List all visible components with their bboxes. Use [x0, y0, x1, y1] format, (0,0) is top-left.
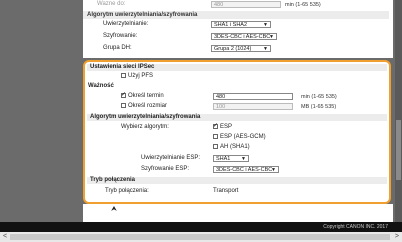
horizontal-scrollbar-thumb[interactable]: [10, 234, 390, 240]
set-time-hint: min (1-65 535): [301, 94, 337, 100]
set-size-checkbox[interactable]: [121, 102, 126, 108]
page: Wazne do: 480 min (1-65 535) Algorytm uw…: [0, 0, 402, 242]
validity-partial-hint: min (1-65 535): [285, 2, 321, 8]
chevron-down-icon: ▼: [263, 22, 268, 28]
chevron-down-icon: ▼: [269, 34, 274, 40]
copyright-text: Copyright CANON INC. 2017: [323, 224, 388, 230]
vertical-scrollbar-thumb[interactable]: [396, 120, 401, 180]
set-size-row[interactable]: Określ rozmiar: [121, 102, 167, 111]
esp-row[interactable]: ESP: [213, 122, 233, 132]
esp-auth-select[interactable]: SHA1 ▼: [213, 155, 249, 162]
enc-select[interactable]: 3DES-CBC i AES-CBC ▼: [211, 33, 277, 40]
connection-mode-title: Tryb połączenia: [87, 177, 387, 184]
esp-label: ESP: [220, 124, 233, 130]
scroll-left-arrow-icon[interactable]: <: [3, 232, 7, 242]
choose-algo-label: Wybierz algorytm:: [121, 124, 169, 130]
esp-gcm-row[interactable]: ESP (AES-GCM): [213, 133, 266, 142]
set-size-input: 100: [213, 103, 293, 110]
use-pfs-checkbox[interactable]: [121, 72, 126, 78]
encryption-settings-section: Wazne do: 480 min (1-65 535) Algorytm uw…: [83, 0, 393, 58]
set-time-input[interactable]: 480: [213, 93, 293, 100]
set-time-checkbox[interactable]: [121, 91, 126, 100]
use-pfs-label: Użyj PFS: [128, 73, 154, 79]
chevron-down-icon: ▼: [263, 46, 268, 52]
algo-section-title: Algorytm uwierzytelniania/szyfrowania: [87, 114, 387, 121]
auth-select[interactable]: SHA1 i SHA2 ▼: [211, 21, 271, 28]
footer: Copyright CANON INC. 2017: [0, 222, 402, 232]
scroll-right-arrow-icon[interactable]: >: [395, 232, 399, 242]
chevron-down-icon: ▼: [271, 167, 276, 173]
chevron-down-icon: ▼: [241, 156, 246, 162]
ah-row[interactable]: AH (SHA1): [213, 143, 250, 152]
validity-partial-input: 480: [211, 1, 281, 8]
validity-partial-row: Wazne do:: [97, 0, 125, 9]
use-pfs-row[interactable]: Użyj PFS: [121, 72, 153, 81]
esp-enc-select[interactable]: 3DES-CBC i AES-CBC ▼: [213, 166, 279, 173]
connection-mode-value: Transport: [213, 188, 239, 194]
connection-mode-label: Tryb połączenia:: [105, 188, 149, 194]
ah-checkbox[interactable]: [213, 143, 218, 149]
set-size-hint: MB (1-65 535): [301, 104, 337, 110]
enc-label: Szyfrowanie:: [103, 33, 138, 39]
esp-enc-label: Szyfrowanie ESP:: [141, 166, 190, 172]
scroll-to-top-icon[interactable]: ⮝: [111, 206, 117, 214]
dh-select[interactable]: Grupa 2 (1024) ▼: [211, 45, 271, 52]
horizontal-scrollbar[interactable]: < >: [0, 232, 402, 242]
ipsec-network-settings-panel: Ustawienia sieci IPSec Użyj PFS Ważność …: [83, 60, 391, 204]
esp-gcm-label: ESP (AES-GCM): [220, 134, 266, 140]
auth-enc-section-title: Algorytm uwierzytelniania/szyfrowania: [83, 11, 389, 19]
lower-content: [83, 204, 393, 222]
dh-label: Grupa DH:: [103, 45, 132, 51]
validity-title: Ważność: [88, 83, 114, 89]
validity-partial-label: Wazne do:: [97, 1, 126, 7]
esp-checkbox[interactable]: [213, 122, 218, 131]
ipsec-network-title: Ustawienia sieci IPSec: [87, 64, 387, 71]
set-time-label: Określ termin: [128, 93, 164, 99]
vertical-scrollbar[interactable]: [395, 0, 402, 222]
esp-gcm-checkbox[interactable]: [213, 133, 218, 139]
set-time-row[interactable]: Określ termin: [121, 91, 164, 101]
set-size-label: Określ rozmiar: [128, 103, 168, 109]
esp-auth-label: Uwierzytelnianie ESP:: [141, 155, 201, 161]
ah-label: AH (SHA1): [220, 144, 250, 150]
auth-label: Uwierzytelnianie:: [103, 21, 149, 27]
